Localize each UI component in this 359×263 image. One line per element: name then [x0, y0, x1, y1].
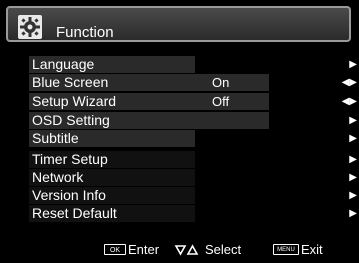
ok-key-icon: OK	[104, 244, 126, 255]
menu-item-label: Blue Screen	[32, 74, 109, 90]
menu-item-blue-screen[interactable]: Blue Screen On ◀▶	[29, 74, 359, 91]
gear-icon	[18, 15, 42, 39]
page-title: Function	[56, 24, 114, 41]
menu-item-label: Reset Default	[32, 205, 117, 221]
menu-item-label: Setup Wizard	[32, 93, 117, 109]
right-arrow-icon: ▶	[349, 190, 357, 201]
menu-item-osd-setting[interactable]: OSD Setting ▶	[29, 112, 359, 129]
left-right-arrow-icon: ◀▶	[341, 77, 357, 88]
title-bar: Function	[6, 6, 351, 42]
right-arrow-icon: ▶	[349, 133, 357, 144]
menu-item-version-info[interactable]: Version Info ▶	[29, 187, 359, 204]
menu-item-label: OSD Setting	[32, 112, 110, 128]
menu-item-network[interactable]: Network ▶	[29, 169, 359, 186]
select-hint-label: Select	[205, 242, 242, 257]
right-arrow-icon: ▶	[349, 172, 357, 183]
menu-item-label: Network	[32, 169, 84, 185]
ok-hint-label: Enter	[128, 242, 160, 257]
key-hint-bar: OK Enter Select MENU Exit	[0, 240, 359, 260]
menu-item-label: Version Info	[32, 187, 106, 203]
exit-hint-label: Exit	[301, 242, 323, 257]
menu-item-timer-setup[interactable]: Timer Setup ▶	[29, 151, 359, 168]
menu-item-value: On	[212, 75, 230, 90]
menu-item-label: Subtitle	[32, 130, 79, 146]
menu-key-icon: MENU	[273, 244, 299, 255]
menu-item-label: Language	[32, 56, 95, 72]
right-arrow-icon: ▶	[349, 154, 357, 165]
right-arrow-icon: ▶	[349, 59, 357, 70]
menu-item-value: Off	[212, 94, 230, 109]
menu-item-setup-wizard[interactable]: Setup Wizard Off ◀▶	[29, 93, 359, 110]
right-arrow-icon: ▶	[349, 208, 357, 219]
right-arrow-icon: ▶	[349, 115, 357, 126]
menu-item-subtitle[interactable]: Subtitle ▶	[29, 130, 359, 147]
menu-item-reset-default[interactable]: Reset Default ▶	[29, 205, 359, 222]
left-right-arrow-icon: ◀▶	[341, 96, 357, 107]
menu-item-language[interactable]: Language ▶	[29, 56, 359, 73]
up-down-arrow-icon	[174, 243, 200, 263]
menu-item-label: Timer Setup	[32, 151, 108, 167]
